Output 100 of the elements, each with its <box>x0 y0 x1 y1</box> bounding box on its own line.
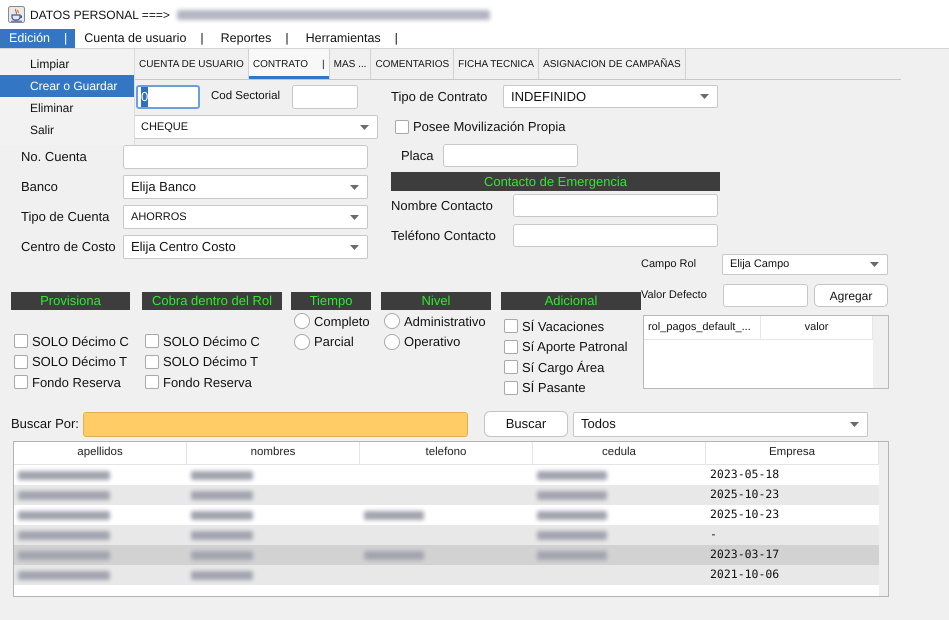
field-label: Cod Sectorial <box>210 89 282 104</box>
column-header: apellidos <box>14 442 187 464</box>
dropdown[interactable]: CHEQUE <box>133 115 378 139</box>
coffee-cup-icon <box>8 6 25 23</box>
section-header: Nivel <box>381 292 491 310</box>
checkbox-label: SOLO Décimo C <box>163 332 260 350</box>
table-cell-text: 2025-10-23 <box>709 506 780 524</box>
radio-button[interactable] <box>294 313 310 330</box>
field-label: Valor Defecto <box>641 288 708 304</box>
checkbox-label: SÍ Pasante <box>522 379 586 397</box>
column-header: cedula <box>533 442 706 464</box>
input-field[interactable] <box>513 224 718 247</box>
caret-icon <box>700 94 709 99</box>
field-label: Teléfono Contacto <box>391 226 497 245</box>
table-row[interactable]: - <box>14 525 879 545</box>
checkbox[interactable] <box>145 354 159 369</box>
column-header: rol_pagos_default_... <box>644 316 761 339</box>
radio-button[interactable] <box>384 334 400 350</box>
menu-item[interactable]: Limpiar <box>0 53 134 75</box>
checkbox[interactable] <box>504 340 518 354</box>
input-field[interactable] <box>123 145 368 169</box>
caret-icon <box>850 422 859 426</box>
checkbox-label: SOLO Décimo T <box>32 353 128 371</box>
field-label: Campo Rol <box>641 257 698 272</box>
tab[interactable]: COMENTARIOS <box>371 49 454 79</box>
search-button[interactable]: Buscar <box>484 411 568 437</box>
table-row[interactable]: 2025-10-23 <box>14 485 879 505</box>
radio-button[interactable] <box>384 313 400 330</box>
dropdown[interactable]: Elija Centro Costo <box>123 235 368 259</box>
checkbox[interactable] <box>145 375 159 390</box>
table-cell-text: - <box>709 526 718 544</box>
input-field[interactable] <box>723 284 808 307</box>
checkbox-label: Sí Cargo Área <box>522 358 604 377</box>
checkbox[interactable] <box>14 334 28 348</box>
checkbox[interactable] <box>14 354 28 369</box>
checkbox-label: Sí Aporte Patronal <box>522 338 628 356</box>
column-header: telefono <box>360 442 533 464</box>
add-button[interactable]: Agregar <box>814 284 888 307</box>
section-header: Contacto de Emergencia <box>391 172 720 191</box>
checkbox-label: SOLO Décimo C <box>32 332 129 350</box>
caret-icon <box>350 244 359 250</box>
radio-label: Administrativo <box>404 312 486 330</box>
dropdown[interactable]: Elija Banco <box>123 175 368 199</box>
section-header: Adicional <box>501 292 641 310</box>
column-header: nombres <box>187 442 360 464</box>
checkbox[interactable] <box>504 380 518 395</box>
radio-button[interactable] <box>294 334 310 350</box>
menu-item[interactable]: Cuenta de usuario | <box>75 29 212 48</box>
table-row[interactable]: 2023-03-17 <box>14 545 879 565</box>
input-field[interactable]: 0 <box>136 85 200 109</box>
checkbox[interactable] <box>504 319 518 334</box>
table-row[interactable]: 2021-10-06 <box>14 565 879 585</box>
table-cell-text: 2021-10-06 <box>709 566 780 584</box>
caret-icon <box>350 184 359 190</box>
window-title: DATOS PERSONAL ===> <box>30 6 170 24</box>
tab[interactable]: CONTRATO | <box>248 49 330 79</box>
checkbox-label: SOLO Décimo T <box>163 353 258 371</box>
tab[interactable]: FICHA TECNICA <box>454 49 540 79</box>
radio-label: Completo <box>314 312 370 331</box>
field-label: Nombre Contacto <box>391 196 494 215</box>
dropdown[interactable]: INDEFINIDO <box>503 85 718 108</box>
menu-item[interactable]: Crear o Guardar <box>0 75 134 97</box>
checkbox[interactable] <box>504 360 518 374</box>
checkbox-label: Fondo Reserva <box>32 374 121 392</box>
dropdown[interactable]: Todos <box>573 412 868 436</box>
dropdown[interactable]: Elija Campo <box>722 254 888 275</box>
dropdown[interactable]: AHORROS <box>123 205 368 229</box>
field-label: Buscar Por: <box>10 415 80 434</box>
checkbox[interactable] <box>395 120 409 134</box>
caret-icon <box>350 214 359 220</box>
menu-item[interactable]: Eliminar <box>0 97 134 119</box>
input-field[interactable] <box>513 194 718 217</box>
tab[interactable]: ASIGNACION DE CAMPAÑAS <box>539 49 686 79</box>
checkbox-label: SÍ Vacaciones <box>522 318 604 336</box>
caret-icon <box>360 124 369 130</box>
section-header: Provisiona <box>11 292 130 310</box>
search-field[interactable] <box>83 412 468 436</box>
menu-item[interactable]: Reportes | <box>212 29 297 48</box>
table-cell-text: 2025-10-23 <box>709 486 780 504</box>
menu-item[interactable]: Edición | <box>0 29 76 48</box>
tab[interactable]: MAS ... <box>330 49 372 79</box>
caret-icon <box>870 262 879 267</box>
radio-label: Parcial <box>314 333 354 351</box>
input-field[interactable] <box>292 85 358 109</box>
menu-item[interactable]: Herramientas | <box>296 29 406 48</box>
field-label: Placa <box>400 146 435 165</box>
checkbox-label: Posee Movilización Propia <box>413 118 566 136</box>
column-header: Empresa <box>706 442 879 464</box>
section-header: Tiempo <box>291 292 371 310</box>
field-label: Banco <box>20 178 59 196</box>
field-label: Tipo de Contrato <box>391 88 488 106</box>
menu-item[interactable]: Salir <box>0 119 134 141</box>
input-field[interactable] <box>443 144 578 167</box>
checkbox[interactable] <box>145 334 159 348</box>
field-label: Centro de Costo <box>20 238 117 256</box>
column-header: valor <box>761 316 873 339</box>
field-label: No. Cuenta <box>20 148 88 166</box>
section-header: Cobra dentro del Rol <box>142 292 282 310</box>
field-label: Tipo de Cuenta <box>20 208 110 226</box>
checkbox[interactable] <box>14 375 28 390</box>
